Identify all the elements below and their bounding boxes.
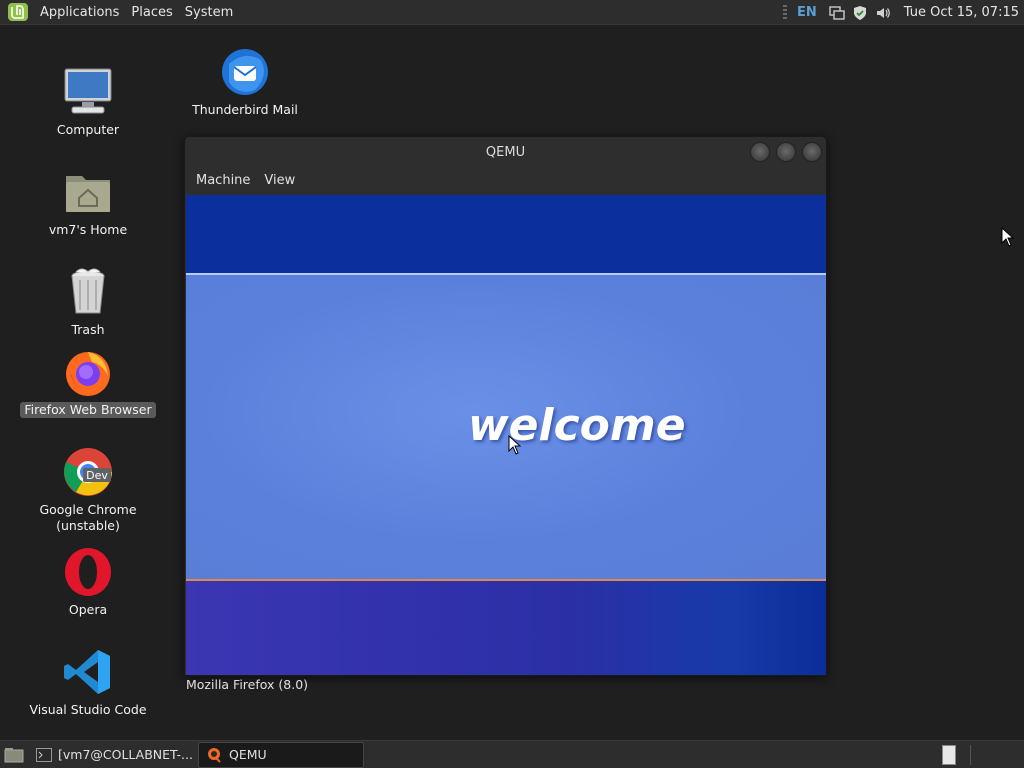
opera-icon — [62, 546, 114, 598]
panel-grip — [783, 4, 788, 21]
view-menu[interactable]: View — [257, 173, 302, 188]
qemu-icon — [205, 746, 223, 764]
places-menu[interactable]: Places — [125, 5, 178, 20]
desktop-icon-chrome[interactable]: Dev Google Chrome (unstable) — [18, 446, 158, 534]
keyboard-layout-indicator[interactable]: EN — [797, 5, 817, 20]
trash-icon — [62, 266, 114, 318]
guest-bottom-band — [186, 579, 826, 675]
taskbar-item-label: [vm7@COLLABNET-... — [58, 747, 193, 762]
mouse-cursor-icon — [1001, 227, 1015, 247]
desktop-icon-label: Computer — [56, 122, 120, 137]
taskbar-item-label: QEMU — [229, 747, 267, 762]
firefox-icon — [62, 346, 114, 398]
maximize-button[interactable] — [776, 142, 796, 162]
guest-display[interactable]: welcome — [186, 195, 826, 675]
window-controls — [750, 142, 822, 162]
desktop-icon-label: Firefox Web Browser — [20, 402, 156, 418]
qemu-status-label: Mozilla Firefox (8.0) — [186, 677, 309, 692]
taskbar-item-qemu[interactable]: QEMU — [198, 741, 364, 768]
shield-icon[interactable] — [852, 5, 868, 21]
mint-menu-icon[interactable] — [7, 2, 29, 22]
desktop-icon-vscode[interactable]: Visual Studio Code — [18, 646, 158, 718]
terminal-icon — [36, 746, 52, 764]
desktop-icon-label: vm7's Home — [48, 222, 128, 237]
clock[interactable]: Tue Oct 15, 07:15 — [904, 5, 1019, 20]
desktop-icon-label: Trash — [71, 322, 105, 337]
chrome-dev-icon: Dev — [62, 446, 114, 498]
qemu-window[interactable]: QEMU Machine View welcome — [184, 136, 827, 676]
workspace-switcher-1[interactable] — [942, 745, 956, 765]
window-titlebar[interactable]: QEMU — [185, 137, 826, 167]
computer-icon — [62, 66, 114, 118]
desktop-icon-label: Thunderbird Mail — [192, 102, 298, 117]
taskbar-item-terminal[interactable]: [vm7@COLLABNET-... — [30, 742, 194, 768]
workspace-switcher-2[interactable] — [970, 745, 986, 765]
show-desktop-icon[interactable] — [2, 745, 26, 765]
desktop-icon-trash[interactable]: Trash — [18, 266, 158, 338]
desktop-icon-label: Opera — [68, 602, 108, 617]
guest-top-band — [186, 195, 826, 273]
chrome-dev-badge: Dev — [86, 469, 108, 482]
desktop-icon-computer[interactable]: Computer — [18, 66, 158, 138]
vscode-icon — [62, 646, 114, 698]
window-title: QEMU — [485, 144, 526, 160]
welcome-heading: welcome — [468, 400, 686, 451]
system-tray: EN Tue Oct 15, 07:15 — [783, 0, 1024, 25]
applications-menu[interactable]: Applications — [34, 5, 125, 20]
network-icon[interactable] — [829, 5, 845, 21]
volume-icon[interactable] — [875, 5, 891, 21]
close-button[interactable] — [802, 142, 822, 162]
thunderbird-icon — [219, 46, 271, 98]
desktop-icon-opera[interactable]: Opera — [18, 546, 158, 618]
home-folder-icon — [62, 166, 114, 218]
qemu-menubar: Machine View — [185, 167, 826, 194]
desktop-icon-label: Google Chrome (unstable) — [39, 502, 137, 533]
desktop-icon-home[interactable]: vm7's Home — [18, 166, 158, 238]
system-menu[interactable]: System — [179, 5, 239, 20]
machine-menu[interactable]: Machine — [189, 173, 257, 188]
minimize-button[interactable] — [750, 142, 770, 162]
desktop-icon-label: Visual Studio Code — [29, 702, 147, 717]
guest-cursor-icon — [508, 435, 522, 455]
desktop-icon-thunderbird[interactable]: Thunderbird Mail — [175, 46, 315, 118]
top-panel: Applications Places System EN Tue Oct 15… — [0, 0, 1024, 25]
desktop-icon-firefox[interactable]: Firefox Web Browser — [18, 346, 158, 418]
bottom-panel: [vm7@COLLABNET-... QEMU — [0, 740, 1024, 768]
